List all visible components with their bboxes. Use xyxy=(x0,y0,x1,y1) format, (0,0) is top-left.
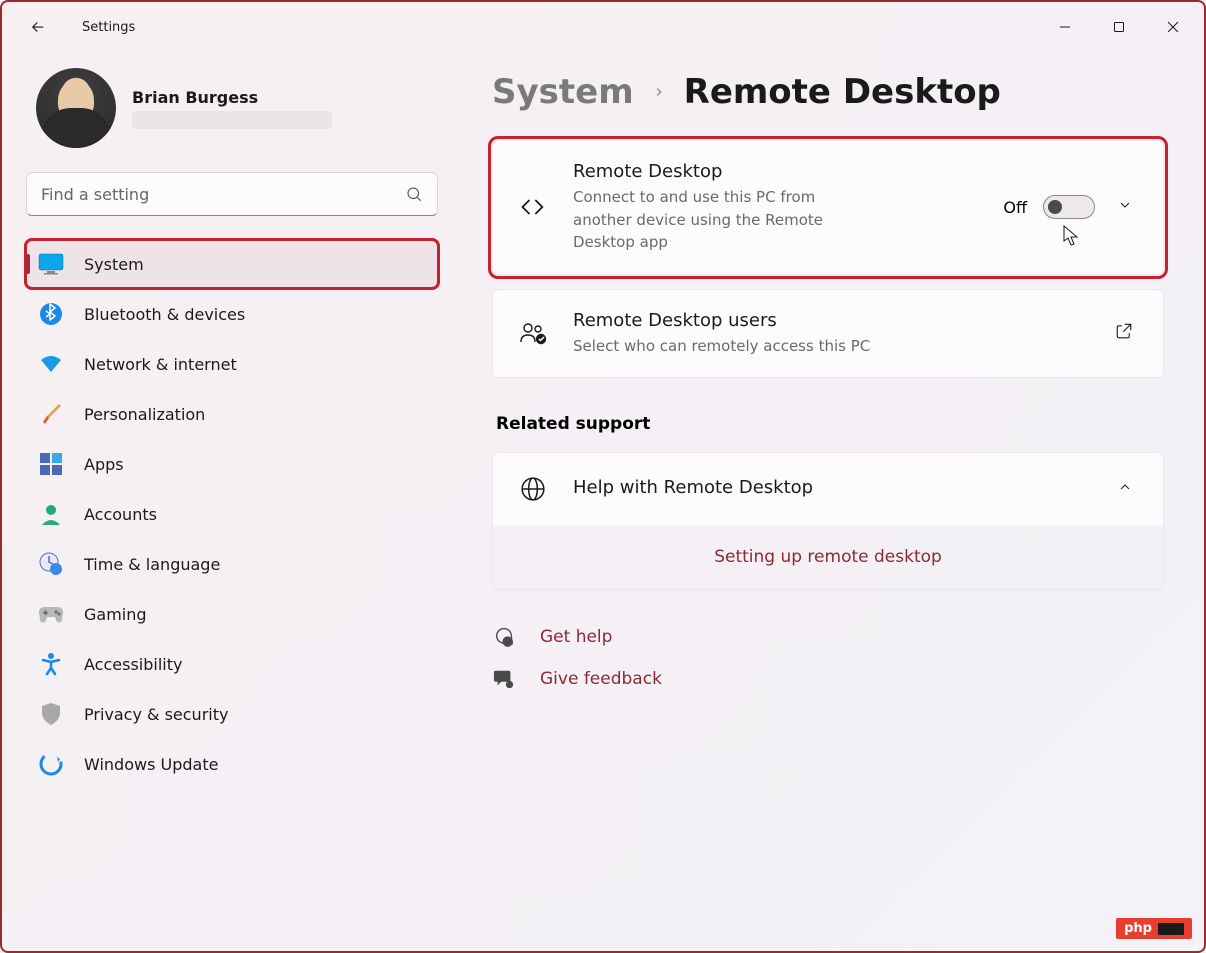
wifi-icon xyxy=(38,351,64,377)
sidebar-item-label: System xyxy=(84,255,144,274)
badge-text: php xyxy=(1124,921,1152,936)
paintbrush-icon xyxy=(38,401,64,427)
expand-button[interactable] xyxy=(1111,191,1139,223)
sidebar-item-windows-update[interactable]: Windows Update xyxy=(26,740,438,788)
php-badge: php xyxy=(1116,918,1192,939)
sidebar-item-personalization[interactable]: Personalization xyxy=(26,390,438,438)
arrow-left-icon xyxy=(29,18,47,36)
breadcrumb: System Remote Desktop xyxy=(492,72,1164,112)
accessibility-icon xyxy=(38,651,64,677)
sidebar-item-label: Personalization xyxy=(84,405,205,424)
sidebar-item-label: Time & language xyxy=(84,555,220,574)
search-input[interactable] xyxy=(41,185,405,204)
toggle-state-label: Off xyxy=(1003,198,1027,217)
give-feedback-link[interactable]: Give feedback xyxy=(492,668,1164,690)
sidebar-item-label: Accounts xyxy=(84,505,157,524)
open-external-button[interactable] xyxy=(1109,316,1139,350)
apps-icon xyxy=(38,451,64,477)
search-box[interactable] xyxy=(26,172,438,216)
feedback-icon xyxy=(492,668,516,690)
profile-block[interactable]: Brian Burgess xyxy=(36,68,438,148)
sidebar-item-label: Windows Update xyxy=(84,755,218,774)
sidebar-item-accessibility[interactable]: Accessibility xyxy=(26,640,438,688)
card-title: Remote Desktop xyxy=(573,161,979,182)
setting-up-remote-desktop-link[interactable]: Setting up remote desktop xyxy=(493,525,1163,589)
bluetooth-icon xyxy=(38,301,64,327)
get-help-link[interactable]: ? Get help xyxy=(492,626,1164,648)
maximize-icon xyxy=(1113,21,1125,33)
remote-desktop-toggle[interactable] xyxy=(1043,195,1095,219)
shield-icon xyxy=(38,701,64,727)
sidebar-item-time-language[interactable]: Time & language xyxy=(26,540,438,588)
help-with-remote-desktop-card[interactable]: Help with Remote Desktop xyxy=(493,453,1163,525)
close-button[interactable] xyxy=(1150,11,1196,43)
sidebar-item-gaming[interactable]: Gaming xyxy=(26,590,438,638)
profile-account-placeholder xyxy=(132,111,332,129)
monitor-icon xyxy=(38,251,64,277)
nav-list: System Bluetooth & devices Network & int… xyxy=(26,240,438,788)
sidebar-item-privacy[interactable]: Privacy & security xyxy=(26,690,438,738)
link-label: Get help xyxy=(540,627,612,647)
related-support-heading: Related support xyxy=(496,414,1164,434)
open-external-icon xyxy=(1115,322,1133,340)
person-icon xyxy=(38,501,64,527)
card-description: Select who can remotely access this PC xyxy=(573,335,1085,358)
window-title: Settings xyxy=(82,20,135,35)
titlebar: Settings xyxy=(2,2,1204,52)
back-button[interactable] xyxy=(18,7,58,47)
profile-name: Brian Burgess xyxy=(132,88,332,107)
minimize-button[interactable] xyxy=(1042,11,1088,43)
gamepad-icon xyxy=(38,601,64,627)
sidebar-item-accounts[interactable]: Accounts xyxy=(26,490,438,538)
help-chat-icon: ? xyxy=(492,626,516,648)
sidebar-item-label: Accessibility xyxy=(84,655,182,674)
sidebar-item-label: Gaming xyxy=(84,605,147,624)
sidebar-item-label: Bluetooth & devices xyxy=(84,305,245,324)
globe-help-icon xyxy=(517,476,549,502)
breadcrumb-parent[interactable]: System xyxy=(492,72,634,112)
svg-text:?: ? xyxy=(506,638,510,646)
remote-desktop-card[interactable]: Remote Desktop Connect to and use this P… xyxy=(492,140,1164,275)
sidebar: Brian Burgess System Bluetooth & devices xyxy=(2,52,462,951)
sidebar-item-label: Privacy & security xyxy=(84,705,228,724)
chevron-down-icon xyxy=(1117,197,1133,213)
remote-connect-icon xyxy=(517,193,549,221)
card-description: Connect to and use this PC from another … xyxy=(573,186,853,254)
minimize-icon xyxy=(1059,21,1071,33)
chevron-right-icon xyxy=(652,80,666,105)
link-label: Give feedback xyxy=(540,669,662,689)
sidebar-item-apps[interactable]: Apps xyxy=(26,440,438,488)
badge-decoration xyxy=(1158,923,1184,935)
sidebar-item-bluetooth[interactable]: Bluetooth & devices xyxy=(26,290,438,338)
close-icon xyxy=(1167,21,1179,33)
sidebar-item-label: Network & internet xyxy=(84,355,237,374)
sidebar-item-system[interactable]: System xyxy=(26,240,438,288)
clock-globe-icon xyxy=(38,551,64,577)
main-content: System Remote Desktop Remote Desktop Con… xyxy=(462,52,1204,951)
search-icon xyxy=(405,185,423,203)
breadcrumb-current: Remote Desktop xyxy=(684,72,1001,112)
chevron-up-icon xyxy=(1117,479,1133,495)
card-title: Help with Remote Desktop xyxy=(573,477,1087,498)
sidebar-item-network[interactable]: Network & internet xyxy=(26,340,438,388)
sidebar-item-label: Apps xyxy=(84,455,124,474)
cursor-icon xyxy=(1063,225,1081,247)
help-card-group: Help with Remote Desktop Setting up remo… xyxy=(492,452,1164,590)
maximize-button[interactable] xyxy=(1096,11,1142,43)
update-icon xyxy=(38,751,64,777)
card-title: Remote Desktop users xyxy=(573,310,1085,331)
avatar xyxy=(36,68,116,148)
collapse-button[interactable] xyxy=(1111,473,1139,505)
remote-desktop-users-card[interactable]: Remote Desktop users Select who can remo… xyxy=(492,289,1164,379)
users-icon xyxy=(517,321,549,345)
